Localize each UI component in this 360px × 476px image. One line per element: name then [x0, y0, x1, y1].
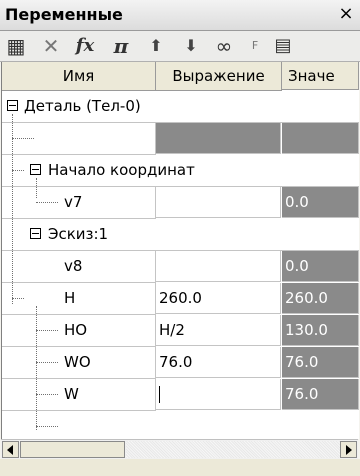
tree-node-label: Начало координат: [48, 161, 195, 179]
tree-node-part: Деталь (Тел-0): [2, 91, 359, 123]
horizontal-scrollbar[interactable]: [1, 439, 358, 459]
column-header-name[interactable]: Имя: [2, 62, 156, 91]
tree-node-origin: Начало координат: [2, 155, 359, 187]
table-row[interactable]: v7 0.0: [2, 187, 359, 219]
link-icon[interactable]: ∞: [212, 34, 236, 58]
arrow-up-icon[interactable]: ⬆: [145, 34, 167, 58]
variables-grid: Имя Выражение Значе Деталь (Тел-0) Начал…: [1, 62, 359, 439]
value-cell: 0.0: [282, 187, 359, 218]
scrollbar-track[interactable]: [126, 441, 340, 458]
expression-cell[interactable]: [156, 123, 281, 154]
expression-cell[interactable]: [156, 251, 281, 282]
arrow-right-icon: [346, 445, 352, 455]
pi-icon[interactable]: π: [110, 34, 132, 58]
tree-connector: [36, 426, 58, 427]
arrow-left-icon: [7, 445, 13, 455]
expression-cell[interactable]: 260.0: [156, 283, 281, 314]
name-cell: H: [2, 283, 156, 315]
collapse-icon[interactable]: [7, 100, 18, 111]
table-settings-icon[interactable]: ▤: [272, 34, 294, 58]
value-cell: 130.0: [282, 315, 359, 346]
scrollbar-thumb[interactable]: [20, 441, 125, 458]
variables-panel: Переменные × ▦ ✕ fx π ⬆ ⬇ ∞ F ▤ Имя Выра…: [0, 0, 360, 476]
scroll-right-button[interactable]: [340, 441, 357, 458]
tree-row-part[interactable]: Деталь (Тел-0): [2, 91, 359, 123]
table-row[interactable]: v8 0.0: [2, 251, 359, 283]
table-row-empty[interactable]: [2, 123, 359, 155]
name-cell: v7: [2, 187, 156, 219]
tree-node-label: Деталь (Тел-0): [24, 97, 141, 115]
arrow-down-icon[interactable]: ⬇: [180, 34, 202, 58]
value-cell: 260.0: [282, 283, 359, 314]
name-cell: v8: [2, 251, 156, 283]
variable-name: W: [64, 385, 79, 403]
tree-node-sketch: Эскиз:1: [2, 219, 359, 251]
grid-header: Имя Выражение Значе: [2, 62, 359, 91]
name-cell: HO: [2, 315, 156, 347]
tree-node-label: Эскиз:1: [48, 225, 109, 243]
panel-bottom-edge: [0, 459, 360, 476]
name-cell: WO: [2, 347, 156, 379]
table-row[interactable]: W 76.0: [2, 379, 359, 411]
value-cell: 0.0: [282, 251, 359, 282]
expression-input[interactable]: [156, 379, 281, 410]
expression-cell[interactable]: [156, 187, 281, 218]
name-cell: W: [2, 379, 156, 411]
collapse-icon[interactable]: [30, 164, 41, 175]
variable-name: WO: [64, 353, 91, 371]
variable-name: H: [64, 289, 76, 307]
value-cell: [282, 123, 359, 154]
formula-icon[interactable]: F: [244, 34, 266, 58]
tree-row-origin[interactable]: Начало координат: [2, 155, 359, 187]
table-row[interactable]: HO H/2 130.0: [2, 315, 359, 347]
table-row[interactable]: H 260.0 260.0: [2, 283, 359, 315]
toolbar: ▦ ✕ fx π ⬆ ⬇ ∞ F ▤: [0, 31, 360, 62]
scroll-left-button[interactable]: [2, 441, 19, 458]
close-icon[interactable]: ×: [335, 3, 357, 25]
name-cell: [2, 123, 156, 155]
value-cell: 76.0: [282, 347, 359, 378]
tree-row-sketch[interactable]: Эскиз:1: [2, 219, 359, 251]
panel-titlebar: Переменные ×: [0, 0, 360, 31]
variable-name: v8: [64, 257, 83, 275]
value-cell: 76.0: [282, 379, 359, 410]
table-icon[interactable]: ▦: [5, 34, 27, 58]
column-header-value[interactable]: Значе: [282, 62, 359, 90]
text-caret: [159, 386, 160, 403]
column-header-expression[interactable]: Выражение: [156, 62, 282, 91]
variable-name: v7: [64, 193, 83, 211]
table-row[interactable]: WO 76.0 76.0: [2, 347, 359, 379]
delete-icon[interactable]: ✕: [40, 34, 62, 58]
expression-cell[interactable]: 76.0: [156, 347, 281, 378]
variable-name: HO: [64, 321, 88, 339]
expression-cell[interactable]: H/2: [156, 315, 281, 346]
collapse-icon[interactable]: [30, 228, 41, 239]
function-icon[interactable]: fx: [70, 34, 100, 58]
panel-title: Переменные: [5, 5, 123, 24]
